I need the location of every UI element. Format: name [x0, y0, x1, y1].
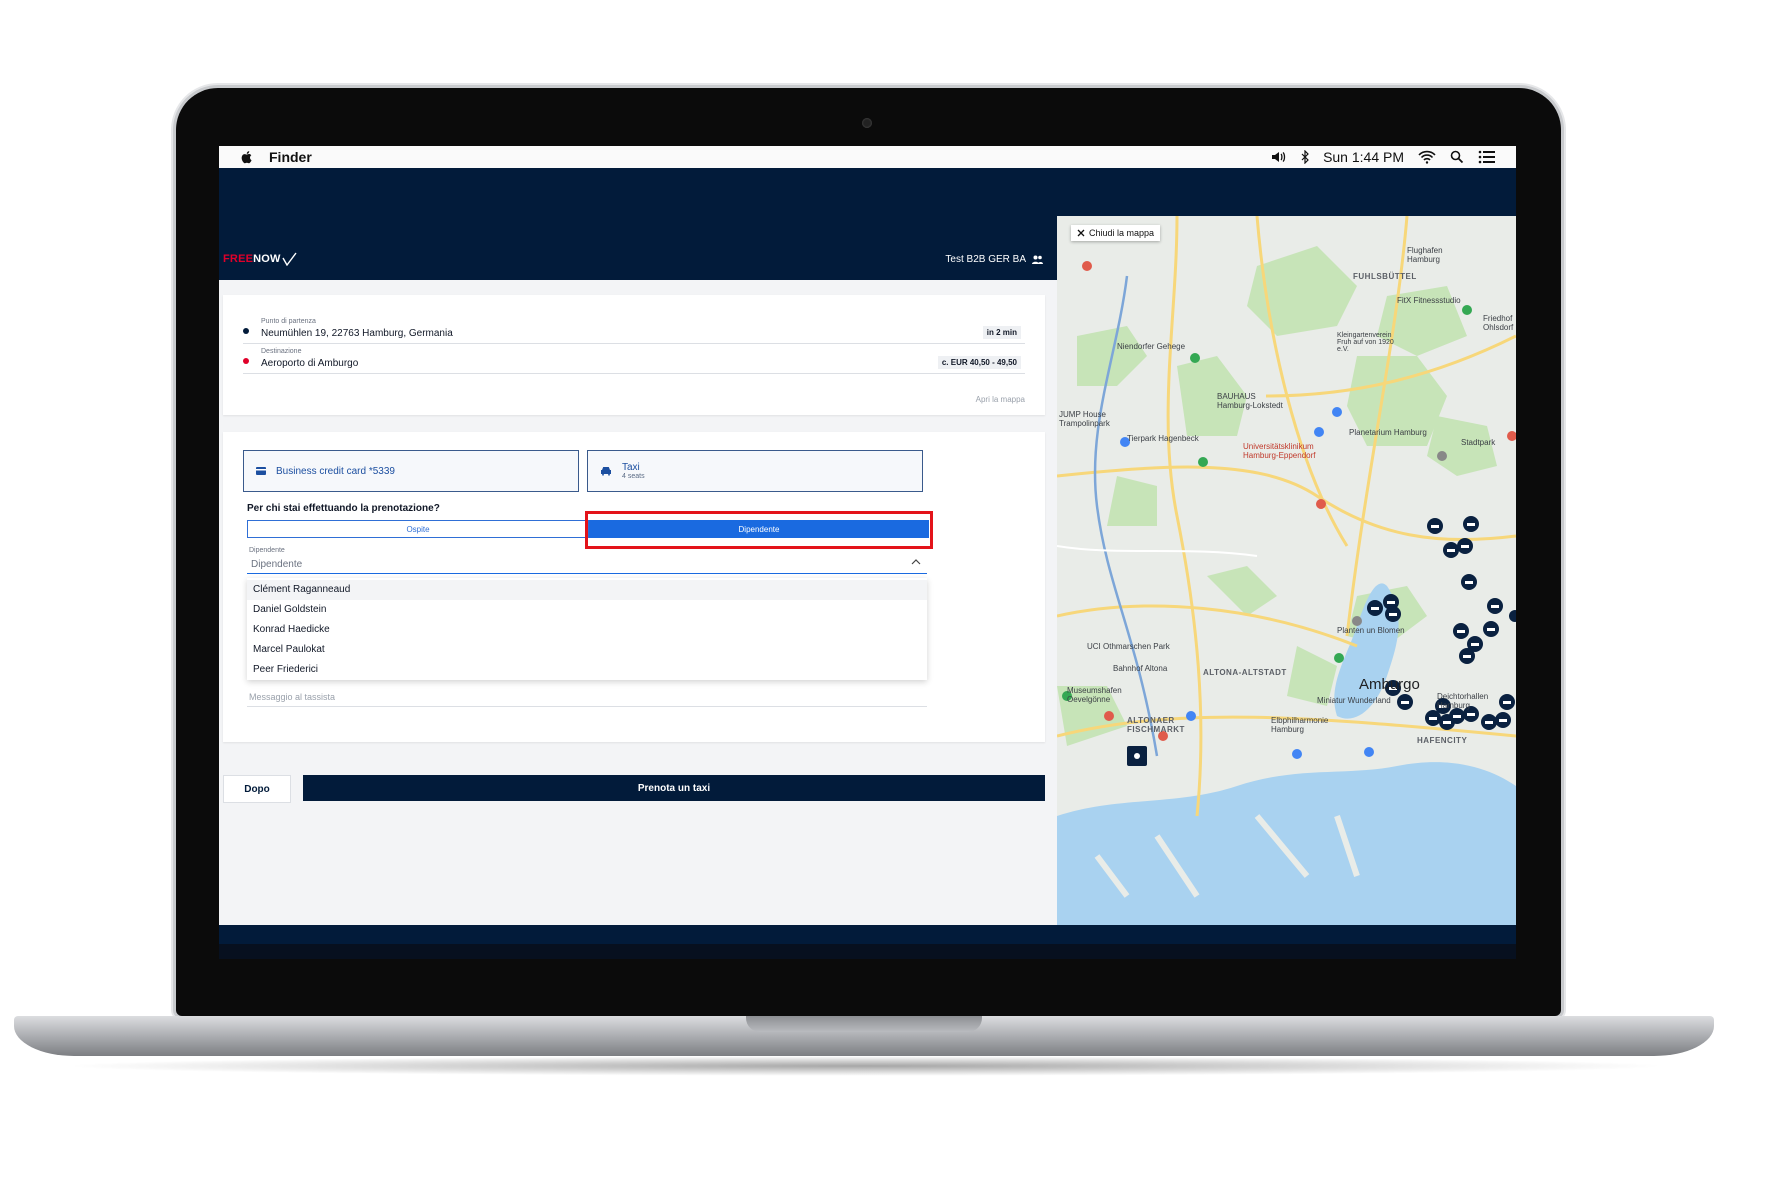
clock[interactable]: Sun 1:44 PM — [1323, 149, 1404, 165]
map-label-jump: JUMP House Trampolinpark — [1059, 410, 1110, 428]
menu-bar: Finder Sun 1:44 PM — [219, 146, 1516, 168]
logo-now: NOW — [253, 253, 281, 265]
pickup-label: Punto di partenza — [261, 318, 316, 325]
pickup-dot-icon — [243, 328, 249, 334]
pickup-field[interactable]: Punto di partenza Neumühlen 19, 22763 Ha… — [243, 313, 1025, 344]
employee-option[interactable]: Daniel Goldstein — [247, 600, 927, 620]
close-map-label: Chiudi la mappa — [1089, 228, 1155, 238]
account-name: Test B2B GER BA — [945, 253, 1026, 265]
vehicle-seats: 4 seats — [622, 473, 645, 480]
map-label-altona: ALTONA-ALTSTADT — [1203, 668, 1287, 677]
vehicle-type-button[interactable]: Taxi 4 seats — [587, 450, 923, 492]
bluetooth-icon[interactable] — [1301, 150, 1309, 164]
logo-tick-icon — [282, 252, 297, 266]
account-switcher[interactable]: Test B2B GER BA — [945, 254, 1043, 265]
route-card: Punto di partenza Neumühlen 19, 22763 Ha… — [223, 295, 1045, 415]
map-label-bahnhof: Bahnhof Altona — [1113, 664, 1168, 673]
map-label-kleingarten: Kleingartenverein Fruh auf von 1920 e.V. — [1337, 332, 1394, 353]
employee-dropdown[interactable]: Dipendente — [247, 555, 927, 574]
options-card: Business credit card *5339 Taxi 4 seats … — [223, 432, 1045, 742]
list-icon[interactable] — [1478, 150, 1496, 164]
segment-guest[interactable]: Ospite — [247, 520, 589, 538]
destination-label: Destinazione — [261, 348, 302, 355]
destination-address: Aeroporto di Amburgo — [261, 358, 359, 369]
map-label-planten: Planten un Blomen — [1337, 626, 1405, 635]
fare-estimate-badge: c. EUR 40,50 - 49,50 — [937, 356, 1021, 369]
map-label-fischmarkt: ALTONAER FISCHMARKT — [1127, 716, 1185, 734]
destination-field[interactable]: Destinazione Aeroporto di Amburgo c. EUR… — [243, 343, 1025, 374]
laptop-notch — [746, 1016, 982, 1032]
map-label-stadtpark: Stadtpark — [1461, 438, 1496, 447]
map-label-hagenbeck: Tierpark Hagenbeck — [1127, 434, 1199, 443]
map-label-friedhof: Friedhof Ohlsdorf — [1483, 314, 1514, 332]
close-map-button[interactable]: Chiudi la mappa — [1071, 225, 1161, 241]
destination-dot-icon — [243, 358, 249, 364]
volume-icon[interactable] — [1271, 150, 1287, 164]
driver-message-input[interactable]: Messaggio al tassista — [247, 688, 927, 707]
pickup-eta-badge: in 2 min — [982, 326, 1021, 339]
employee-options-list: Clément Raganneaud Daniel Goldstein Konr… — [247, 578, 927, 680]
map-label-niendorf: Niendorfer Gehege — [1117, 342, 1186, 351]
freenow-logo[interactable]: FREE NOW — [223, 252, 297, 266]
map-view[interactable]: Chiudi la mappa Flughafen Hamburg FUHLSB… — [1057, 216, 1516, 925]
map-label-hafencity: HAFENCITY — [1417, 736, 1468, 745]
map-label-museumshafen: Museumshafen Oevelgönne — [1067, 686, 1122, 704]
open-map-link[interactable]: Apri la mappa — [976, 395, 1025, 404]
map-label-deichtorhallen: Deichtorhallen Hamburg — [1437, 692, 1489, 710]
app-header: FREE NOW Test B2B GER BA — [219, 238, 1057, 280]
employee-dropdown-value: Dipendente — [251, 559, 303, 570]
payment-method-label: Business credit card *5339 — [276, 465, 395, 477]
booking-for-question: Per chi stai effettuando la prenotazione… — [247, 503, 440, 514]
book-taxi-button[interactable]: Prenota un taxi — [303, 775, 1045, 801]
chevron-up-icon[interactable] — [911, 558, 921, 566]
employee-option[interactable]: Clément Raganneaud — [247, 580, 927, 600]
credit-card-icon — [256, 467, 266, 475]
map-label-planetarium: Planetarium Hamburg — [1349, 428, 1427, 437]
close-icon — [1077, 229, 1085, 237]
payment-method-button[interactable]: Business credit card *5339 — [243, 450, 579, 492]
map-label-othmarschen: UCI Othmarschen Park — [1087, 642, 1170, 651]
employee-option[interactable]: Marcel Paulokat — [247, 640, 927, 660]
pickup-address: Neumühlen 19, 22763 Hamburg, Germania — [261, 328, 453, 339]
employee-option[interactable]: Peer Friederici — [247, 660, 927, 680]
map-canvas[interactable] — [1057, 216, 1516, 925]
employee-dropdown-label: Dipendente — [249, 547, 285, 554]
search-icon[interactable] — [1450, 150, 1464, 164]
finder-menu[interactable]: Finder — [269, 149, 312, 165]
map-label-fuhlsbuttel: FUHLSBÜTTEL — [1353, 272, 1417, 281]
driver-message-placeholder: Messaggio al tassista — [249, 692, 336, 702]
screen-bottom-bezel — [219, 944, 1516, 959]
map-label-uke: Universitätsklinikum Hamburg-Eppendorf — [1243, 442, 1316, 460]
apple-icon[interactable] — [239, 149, 255, 165]
highlight-box — [585, 511, 933, 549]
taxi-icon — [601, 467, 611, 476]
laptop-shadow — [60, 1056, 1670, 1076]
map-label-city: Amburgo — [1359, 676, 1420, 693]
booking-panel: Punto di partenza Neumühlen 19, 22763 Ha… — [219, 280, 1057, 925]
camera-icon — [862, 118, 872, 128]
employee-option[interactable]: Konrad Haedicke — [247, 620, 927, 640]
users-icon — [1032, 255, 1043, 264]
book-later-button[interactable]: Dopo — [223, 775, 291, 803]
map-label-elbphilharmonie: Elbphilharmonie Hamburg — [1271, 716, 1329, 734]
map-label-fitx: FitX Fitnessstudio — [1397, 296, 1461, 305]
screen: Finder Sun 1:44 PM FREE NOW Test B2B GER… — [219, 146, 1516, 959]
map-label-miniatur: Miniatur Wunderland — [1317, 696, 1391, 705]
map-label-bauhaus: BAUHAUS Hamburg-Lokstedt — [1217, 392, 1283, 410]
vehicle-type-label: Taxi — [622, 462, 640, 473]
map-label-airport: Flughafen Hamburg — [1407, 246, 1443, 264]
wifi-icon[interactable] — [1418, 150, 1436, 164]
logo-free: FREE — [223, 253, 254, 265]
